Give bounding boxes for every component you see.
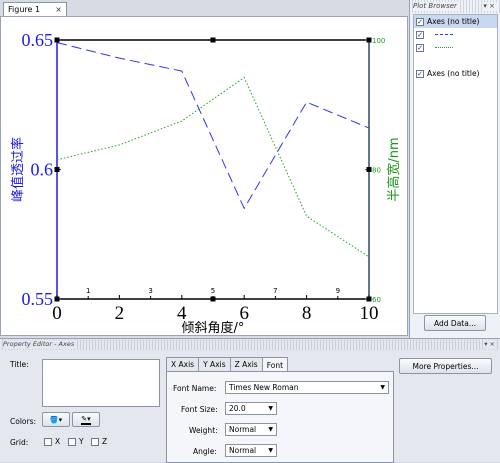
x-minor-tick-label: 3 (148, 287, 152, 295)
title-input[interactable] (42, 359, 160, 407)
add-data-button[interactable]: Add Data... (424, 315, 486, 331)
plot-browser-item-label: Axes (no title) (427, 17, 480, 26)
x-tick-label: 2 (115, 303, 125, 324)
property-editor: Property Editor - Axes ▾ × Title: Colors… (0, 338, 500, 463)
close-icon[interactable]: × (55, 5, 62, 14)
property-editor-title: Property Editor - Axes (3, 340, 77, 349)
figure-tab-label: Figure 1 (8, 5, 41, 14)
tab-x-axis[interactable]: X Axis (166, 357, 200, 371)
paint-bucket-icon: 🪣▾ (49, 415, 63, 424)
selection-handle (366, 37, 372, 43)
tab-z-axis[interactable]: Z Axis (229, 357, 263, 371)
angle-select[interactable]: Normal ▼ (225, 444, 277, 457)
font-size-select[interactable]: 20.0 ▼ (225, 402, 277, 415)
more-properties-button[interactable]: More Properties... (399, 358, 492, 374)
plot-browser: Plot Browser ▾ × ✓ Axes (no title) ✓ ✓ ✓… (409, 0, 500, 338)
chevron-down-icon: ▼ (268, 405, 273, 412)
grid-x-label: X (55, 437, 61, 446)
chevron-down-icon: ▼ (268, 447, 273, 454)
x-minor-tick-label: 9 (336, 287, 340, 295)
axis-tabs: X Axis Y Axis Z Axis Font (166, 357, 289, 372)
plot-area[interactable]: 0 2 4 6 8 101 3 5 7 90.550.60.656080100倾斜角度/°峰值透过… (0, 16, 408, 336)
grid-z-checkbox[interactable]: Z (91, 437, 107, 446)
angle-label: Angle: (193, 447, 217, 456)
grid-y-checkbox[interactable]: Y (68, 437, 84, 446)
selection-handle (366, 296, 372, 302)
y-left-tick-label: 0.6 (31, 160, 54, 180)
y-right-axis-label: 半高宽/nm (386, 137, 402, 201)
plot-browser-item-line-dashed[interactable]: ✓ (414, 28, 497, 41)
plot-browser-title: Plot Browser (413, 2, 459, 11)
x-minor-tick-label: 7 (273, 287, 277, 295)
tab-font[interactable]: Font (261, 357, 289, 372)
weight-value: Normal (229, 425, 257, 434)
y-right-tick-label: 100 (372, 37, 385, 45)
checkbox-icon[interactable] (68, 437, 76, 446)
y-left-axis-label: 峰值透过率 (10, 137, 26, 202)
plot-browser-item-line-dotted[interactable]: ✓ (414, 41, 497, 54)
plot-browser-item-axes-2[interactable]: ✓ Axes (no title) (414, 67, 497, 80)
selection-handle (210, 296, 216, 302)
grid-z-label: Z (102, 437, 108, 446)
checkbox-icon[interactable] (91, 437, 99, 446)
plot-browser-item-label: Axes (no title) (427, 69, 480, 78)
y-right-tick-label: 80 (372, 167, 381, 175)
font-name-select[interactable]: Times New Roman ▼ (225, 381, 389, 394)
figure-tabbar: Figure 1 × (0, 0, 408, 17)
colors-label: Colors: (10, 417, 37, 426)
weight-select[interactable]: Normal ▼ (225, 423, 277, 436)
tab-y-axis[interactable]: Y Axis (198, 357, 231, 371)
selection-handle (366, 167, 372, 172)
y-left-tick-label: 0.55 (22, 289, 54, 309)
font-size-label: Font Size: (181, 405, 218, 414)
selection-handle (54, 37, 60, 43)
chevron-down-icon: ▼ (380, 384, 385, 391)
y-left-tick-label: 0.65 (22, 30, 54, 50)
font-name-value: Times New Roman (229, 383, 299, 392)
x-tick-label: 10 (360, 303, 379, 324)
plot-browser-spacer (414, 54, 497, 67)
tab-figure-1[interactable]: Figure 1 × (3, 2, 67, 16)
checkbox-icon[interactable]: ✓ (416, 69, 424, 78)
grid-label: Grid: (10, 438, 29, 447)
angle-value: Normal (229, 446, 257, 455)
grid-x-checkbox[interactable]: X (44, 437, 60, 446)
dashed-line-icon (435, 34, 453, 35)
title-label: Title: (10, 360, 29, 369)
x-minor-tick-label: 1 (86, 287, 90, 295)
x-minor-tick-label: 5 (211, 287, 215, 295)
font-name-label: Font Name: (173, 384, 217, 393)
dotted-line-icon (435, 47, 453, 48)
fill-color-button[interactable]: 🪣▾ (42, 412, 70, 427)
series-line-dotted (56, 76, 370, 258)
plot-browser-item-axes-1[interactable]: ✓ Axes (no title) (414, 15, 497, 28)
x-tick-label: 0 (52, 303, 62, 324)
selection-handle (54, 296, 60, 302)
plot-browser-header: Plot Browser ▾ × (410, 0, 500, 13)
chevron-down-icon: ▼ (268, 426, 273, 433)
plot-browser-list: ✓ Axes (no title) ✓ ✓ ✓ Axes (no title) (413, 14, 498, 314)
checkbox-icon[interactable] (44, 437, 52, 446)
property-editor-header: Property Editor - Axes ▾ × (0, 339, 500, 350)
weight-label: Weight: (189, 426, 218, 435)
plot-browser-menu-icon[interactable]: ▾ × (483, 2, 497, 11)
checkbox-icon[interactable]: ✓ (416, 43, 424, 52)
selection-handle (210, 37, 216, 43)
selection-handle (54, 167, 60, 172)
grid-y-label: Y (79, 437, 84, 446)
font-size-value: 20.0 (229, 404, 246, 413)
pen-icon: ✎▾ (81, 414, 91, 425)
property-editor-menu-icon[interactable]: ▾ × (484, 340, 497, 349)
checkbox-icon[interactable]: ✓ (416, 30, 424, 39)
font-tab-panel: Font Name: Times New Roman ▼ Font Size: … (166, 371, 394, 463)
x-axis-label: 倾斜角度/° (182, 320, 245, 336)
y-right-tick-label: 60 (372, 296, 381, 304)
series-line-dashed (56, 42, 370, 210)
checkbox-icon[interactable]: ✓ (416, 17, 424, 26)
x-tick-label: 8 (302, 303, 312, 324)
edge-color-button[interactable]: ✎▾ (72, 412, 100, 427)
